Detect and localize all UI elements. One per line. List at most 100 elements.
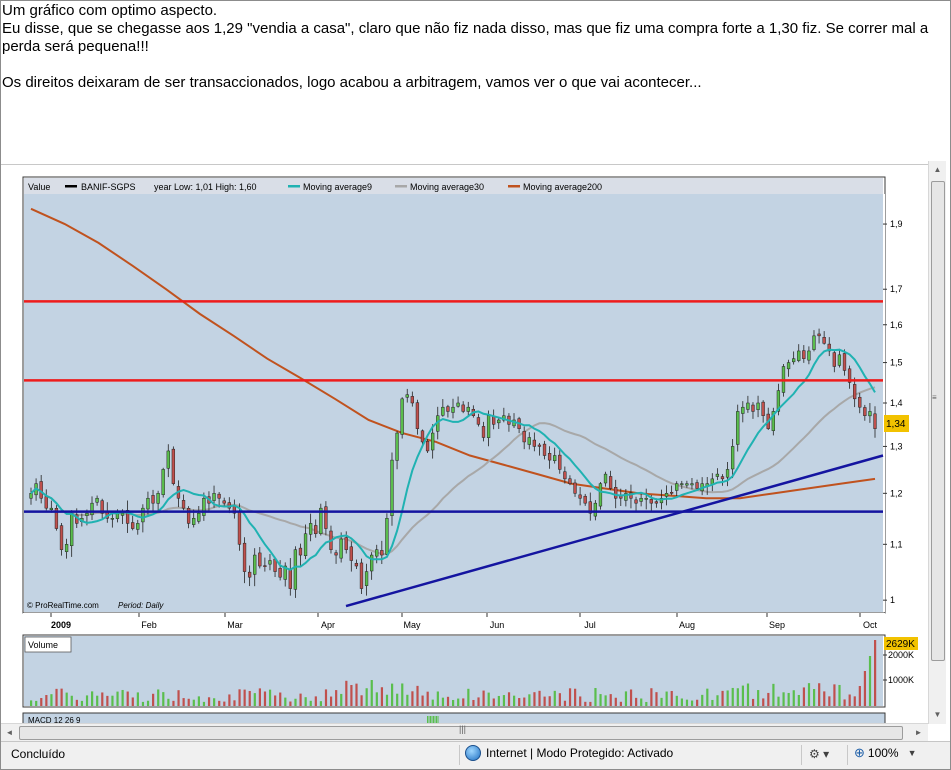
scroll-left-icon[interactable]: ◄ — [1, 724, 18, 741]
vertical-scroll-thumb[interactable] — [931, 181, 945, 661]
volume-bar — [233, 700, 236, 706]
volume-bar — [253, 693, 256, 706]
candle-body — [247, 571, 252, 578]
volume-bar — [772, 683, 775, 706]
date-x-axis: 2009 Feb Mar Apr May Jun Jul Aug Sep Oct — [23, 613, 885, 631]
volume-bar — [614, 697, 617, 706]
volume-bar — [675, 695, 678, 706]
volume-bar — [736, 688, 739, 706]
volume-bar — [223, 701, 226, 706]
scroll-right-icon[interactable]: ► — [910, 724, 927, 741]
volume-bar — [70, 695, 73, 706]
candle-body — [669, 491, 674, 494]
candle-body — [405, 394, 409, 398]
volume-bar — [467, 688, 470, 706]
zoom-control[interactable]: ⊕ 100% ▼ — [854, 745, 917, 761]
volume-bar — [848, 694, 851, 706]
candle-body — [217, 493, 221, 499]
volume-bar — [655, 692, 658, 706]
privacy-tools-icon[interactable]: ⚙ ▾ — [809, 747, 829, 761]
candle-body — [761, 401, 765, 416]
volume-bar — [152, 693, 155, 706]
candle-body — [685, 483, 689, 486]
candle-body — [593, 502, 598, 517]
volume-bar — [299, 693, 302, 706]
candle-body — [756, 402, 760, 410]
post-line-1: Um gráfico com optimo aspecto. — [2, 2, 218, 19]
candle-body — [786, 362, 791, 370]
volume-bar — [777, 696, 780, 706]
candle-body — [278, 568, 282, 578]
candle-body — [603, 473, 608, 484]
forum-post-text: Um gráfico com optimo aspecto. Eu disse,… — [2, 2, 942, 92]
candle-body — [237, 510, 242, 545]
volume-bar — [462, 698, 465, 706]
volume-bar — [584, 701, 587, 706]
candle-body — [59, 525, 64, 550]
volume-bar — [472, 699, 475, 706]
legend-ma9-swatch — [288, 185, 300, 188]
volume-bar — [279, 692, 282, 706]
volume-bar — [35, 700, 38, 706]
volume-bar — [258, 688, 261, 706]
volume-bar — [843, 699, 846, 706]
volume-bar — [192, 699, 195, 706]
volume-bar — [274, 695, 277, 706]
security-zone[interactable]: Internet | Modo Protegido: Activado — [465, 745, 673, 761]
volume-bar — [807, 683, 811, 706]
candle-body — [532, 439, 536, 447]
candle-body — [537, 444, 542, 447]
candle-body — [293, 549, 298, 590]
candle-body — [95, 497, 99, 503]
scroll-down-icon[interactable]: ▼ — [929, 706, 946, 723]
volume-bar — [106, 695, 109, 706]
horizontal-scrollbar[interactable]: ◄ ||| ► — [1, 723, 928, 741]
volume-label: Volume — [28, 640, 58, 650]
legend-ma30-swatch — [395, 185, 407, 188]
vertical-scrollbar[interactable]: ▲ ≡ ▼ — [928, 161, 946, 724]
legend-ma9: Moving average9 — [303, 182, 372, 192]
candle-body — [136, 523, 140, 530]
volume-bar — [660, 697, 663, 706]
volume-bar — [696, 699, 699, 706]
candle-body — [837, 354, 842, 366]
volume-bar — [85, 695, 89, 706]
volume-bar — [91, 691, 94, 706]
volume-bar — [319, 701, 323, 706]
candle-body — [858, 396, 862, 408]
volume-bar — [609, 694, 612, 706]
zoom-dropdown-icon[interactable]: ▼ — [908, 748, 917, 758]
candle-body — [258, 552, 262, 567]
volume-bar — [838, 684, 841, 706]
volume-bar — [243, 689, 246, 706]
candle-body — [573, 482, 577, 494]
volume-bar — [858, 686, 861, 706]
candle-body — [614, 487, 618, 499]
candle-body — [253, 554, 257, 575]
volume-bar — [207, 697, 211, 706]
volume-bar — [111, 695, 114, 706]
volume-bar — [502, 695, 506, 706]
volume-bar — [131, 697, 134, 706]
volume-bar — [767, 692, 770, 706]
candle-body — [583, 495, 587, 504]
scroll-up-icon[interactable]: ▲ — [929, 161, 946, 178]
volume-bar — [248, 690, 251, 706]
volume-bar — [50, 694, 53, 706]
candle-body — [354, 562, 359, 567]
volume-bar — [553, 690, 556, 706]
candle-body — [608, 476, 613, 489]
volume-bar — [711, 699, 714, 706]
candle-body — [715, 473, 720, 477]
volume-bar — [436, 691, 439, 706]
volume-bar — [324, 689, 328, 706]
browser-window: Um gráfico com optimo aspecto. Eu disse,… — [0, 0, 951, 770]
candle-body — [151, 495, 155, 504]
candle-body — [720, 476, 725, 480]
candle-body — [542, 443, 547, 456]
candle-body — [461, 404, 465, 412]
candle-body — [497, 419, 501, 424]
volume-bar — [101, 692, 104, 706]
volume-bar — [650, 688, 653, 706]
candle-body — [395, 432, 399, 461]
